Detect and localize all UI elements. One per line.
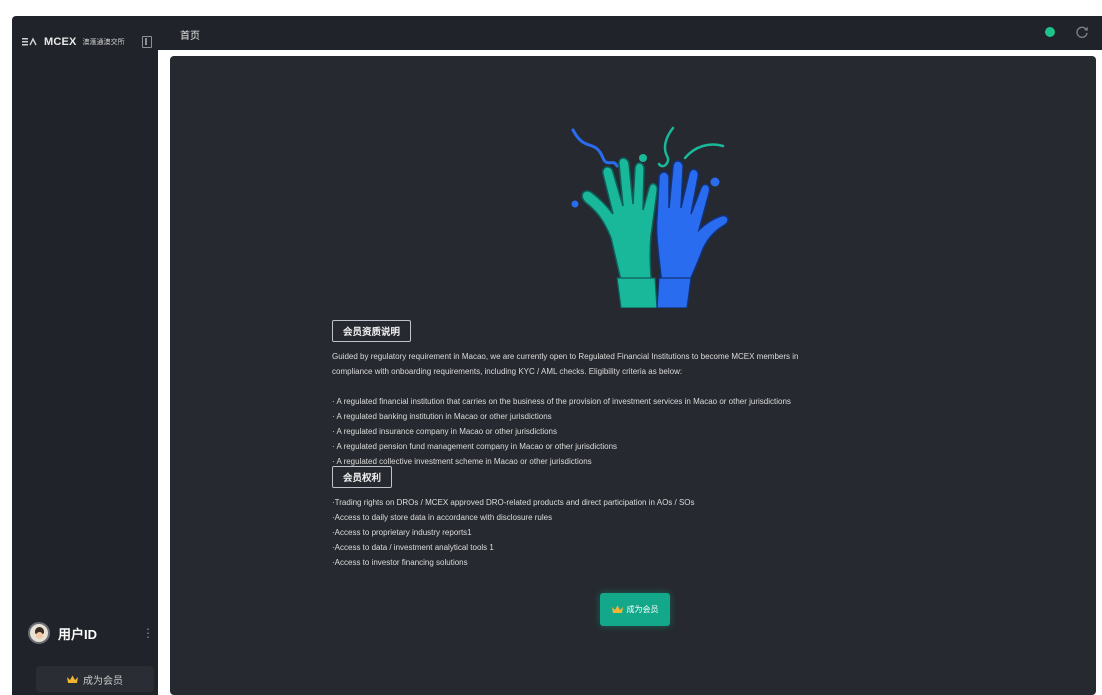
brand-name: MCEX (44, 36, 77, 48)
avatar[interactable] (28, 622, 50, 644)
sidebar-member-label: 成为会员 (83, 675, 123, 687)
crown-icon (611, 605, 623, 613)
list-item: ·Access to investor financing solutions (332, 558, 468, 567)
list-item: ·Trading rights on DROs / MCEX approved … (332, 498, 695, 507)
more-options-icon[interactable]: ⋮ (142, 627, 154, 639)
list-item: · A regulated insurance company in Macao… (332, 427, 558, 436)
list-item: ·Access to data / investment analytical … (332, 543, 494, 552)
sidebar: MCEX 澳滙通澳交所 用户ID ⋮ 成为会员 (12, 16, 158, 695)
list-item: · A regulated collective investment sche… (332, 457, 592, 466)
brand-subtitle: 澳滙通澳交所 (82, 39, 125, 46)
section-title-member-rights: 会员权利 (332, 466, 393, 488)
list-item: ·Access to proprietary industry reports1 (332, 528, 472, 537)
list-item: · A regulated banking institution in Mac… (332, 412, 552, 421)
high-five-illustration (571, 126, 729, 308)
member-rights-list: ·Trading rights on DROs / MCEX approved … (332, 495, 952, 570)
user-profile[interactable]: 用户ID ⋮ (28, 620, 162, 646)
sidebar-collapse-icon[interactable] (142, 36, 152, 48)
become-member-button[interactable]: 成为会员 (600, 593, 670, 626)
list-item: · A regulated pension fund management co… (332, 442, 618, 451)
page-title: 首页 (180, 31, 200, 42)
become-member-label: 成为会员 (626, 605, 659, 614)
eligibility-list: · A regulated financial institution that… (332, 394, 952, 469)
list-item: · A regulated financial institution that… (332, 397, 791, 406)
top-bar: 首页 (158, 16, 1102, 50)
description-line: Guided by regulatory requirement in Maca… (332, 352, 799, 361)
brand[interactable]: MCEX 澳滙通澳交所 (22, 32, 152, 52)
main-content: 会员资质说明 Guided by regulatory requirement … (170, 56, 1096, 695)
list-item: ·Access to daily store data in accordanc… (332, 513, 553, 522)
refresh-icon[interactable] (1075, 25, 1089, 39)
membership-description: Guided by regulatory requirement in Maca… (332, 349, 944, 379)
sidebar-become-member-button[interactable]: 成为会员 (36, 666, 154, 692)
app-window: MCEX 澳滙通澳交所 用户ID ⋮ 成为会员 首页 会员资质说明 Guided… (0, 0, 1102, 695)
description-line: compliance with onboarding requirements,… (332, 367, 683, 376)
logo-icon (22, 37, 37, 46)
section-title-membership-qualification: 会员资质说明 (332, 320, 412, 342)
status-indicator (1045, 27, 1055, 37)
crown-icon (67, 675, 78, 683)
user-id-label: 用户ID (58, 626, 98, 642)
